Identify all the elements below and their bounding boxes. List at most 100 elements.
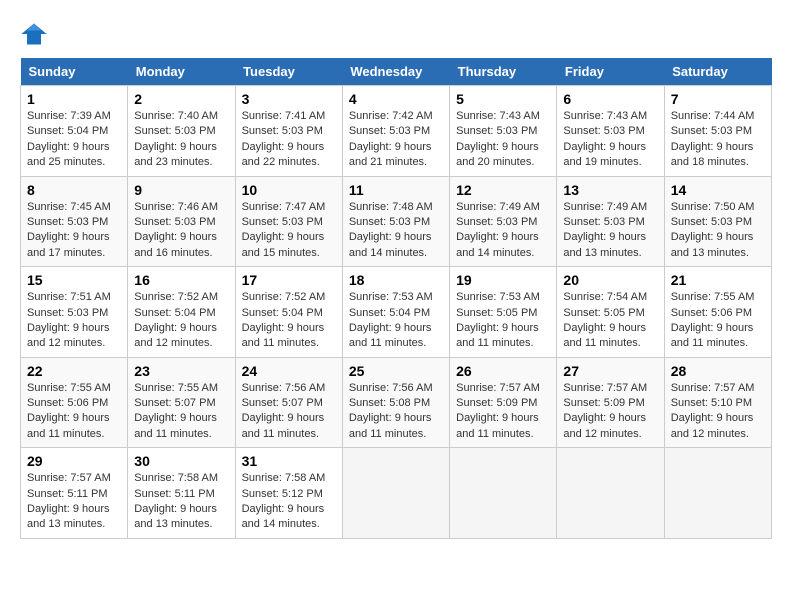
day-info: Sunrise: 7:55 AMSunset: 5:06 PMDaylight:…: [27, 381, 121, 443]
day-info: Sunrise: 7:48 AMSunset: 5:03 PMDaylight:…: [349, 200, 443, 262]
day-number: 12: [456, 182, 550, 198]
day-info: Sunrise: 7:47 AMSunset: 5:03 PMDaylight:…: [242, 200, 336, 262]
day-info: Sunrise: 7:57 AMSunset: 5:09 PMDaylight:…: [456, 381, 550, 443]
calendar-cell: 17 Sunrise: 7:52 AMSunset: 5:04 PMDayligh…: [235, 267, 342, 358]
day-info: Sunrise: 7:57 AMSunset: 5:10 PMDaylight:…: [671, 381, 765, 443]
calendar-cell: 15 Sunrise: 7:51 AMSunset: 5:03 PMDayligh…: [21, 267, 128, 358]
day-info: Sunrise: 7:49 AMSunset: 5:03 PMDaylight:…: [563, 200, 657, 262]
day-number: 2: [134, 91, 228, 107]
day-number: 14: [671, 182, 765, 198]
calendar-cell: [342, 448, 449, 539]
day-header-sunday: Sunday: [21, 58, 128, 86]
day-info: Sunrise: 7:52 AMSunset: 5:04 PMDaylight:…: [242, 290, 336, 352]
calendar-cell: 5Sunrise: 7:43 AMSunset: 5:03 PMDaylight…: [450, 86, 557, 177]
day-info: Sunrise: 7:56 AMSunset: 5:07 PMDaylight:…: [242, 381, 336, 443]
calendar-cell: 1Sunrise: 7:39 AMSunset: 5:04 PMDaylight…: [21, 86, 128, 177]
calendar-cell: 20Sunrise: 7:54 AMSunset: 5:05 PMDayligh…: [557, 267, 664, 358]
logo: [20, 20, 52, 48]
day-number: 22: [27, 363, 121, 379]
day-number: 25: [349, 363, 443, 379]
day-info: Sunrise: 7:50 AMSunset: 5:03 PMDaylight:…: [671, 200, 765, 262]
day-number: 15: [27, 272, 121, 288]
calendar-cell: 14 Sunrise: 7:50 AMSunset: 5:03 PMDayligh…: [664, 176, 771, 267]
calendar-cell: 23 Sunrise: 7:55 AMSunset: 5:07 PMDayligh…: [128, 357, 235, 448]
calendar-cell: 22 Sunrise: 7:55 AMSunset: 5:06 PMDayligh…: [21, 357, 128, 448]
calendar-cell: 28 Sunrise: 7:57 AMSunset: 5:10 PMDayligh…: [664, 357, 771, 448]
calendar-cell: [664, 448, 771, 539]
day-header-friday: Friday: [557, 58, 664, 86]
day-number: 8: [27, 182, 121, 198]
day-number: 7: [671, 91, 765, 107]
day-number: 4: [349, 91, 443, 107]
day-number: 20: [563, 272, 657, 288]
calendar-cell: 18 Sunrise: 7:53 AMSunset: 5:04 PMDayligh…: [342, 267, 449, 358]
calendar-cell: 16 Sunrise: 7:52 AMSunset: 5:04 PMDayligh…: [128, 267, 235, 358]
day-header-tuesday: Tuesday: [235, 58, 342, 86]
calendar-cell: 29 Sunrise: 7:57 AMSunset: 5:11 PMDayligh…: [21, 448, 128, 539]
day-number: 16: [134, 272, 228, 288]
day-info: Sunrise: 7:55 AMSunset: 5:06 PMDaylight:…: [671, 290, 765, 352]
day-info: Sunrise: 7:45 AMSunset: 5:03 PMDaylight:…: [27, 200, 121, 262]
calendar-cell: [557, 448, 664, 539]
day-info: Sunrise: 7:55 AMSunset: 5:07 PMDaylight:…: [134, 381, 228, 443]
day-number: 28: [671, 363, 765, 379]
calendar-header: [20, 20, 772, 48]
day-number: 26: [456, 363, 550, 379]
calendar-cell: 30 Sunrise: 7:58 AMSunset: 5:11 PMDayligh…: [128, 448, 235, 539]
calendar-cell: 24 Sunrise: 7:56 AMSunset: 5:07 PMDayligh…: [235, 357, 342, 448]
calendar-table: SundayMondayTuesdayWednesdayThursdayFrid…: [20, 58, 772, 539]
calendar-cell: 12 Sunrise: 7:49 AMSunset: 5:03 PMDayligh…: [450, 176, 557, 267]
day-number: 10: [242, 182, 336, 198]
day-number: 21: [671, 272, 765, 288]
day-number: 6: [563, 91, 657, 107]
day-info: Sunrise: 7:49 AMSunset: 5:03 PMDaylight:…: [456, 200, 550, 262]
day-number: 9: [134, 182, 228, 198]
day-number: 23: [134, 363, 228, 379]
day-info: Sunrise: 7:44 AMSunset: 5:03 PMDaylight:…: [671, 109, 765, 171]
calendar-cell: 6 Sunrise: 7:43 AMSunset: 5:03 PMDaylight…: [557, 86, 664, 177]
day-number: 5: [456, 91, 550, 107]
day-number: 13: [563, 182, 657, 198]
calendar-cell: 4 Sunrise: 7:42 AMSunset: 5:03 PMDaylight…: [342, 86, 449, 177]
day-info: Sunrise: 7:43 AMSunset: 5:03 PMDaylight:…: [563, 109, 657, 171]
calendar-week-1: 1Sunrise: 7:39 AMSunset: 5:04 PMDaylight…: [21, 86, 772, 177]
day-number: 11: [349, 182, 443, 198]
day-number: 24: [242, 363, 336, 379]
day-info: Sunrise: 7:46 AMSunset: 5:03 PMDaylight:…: [134, 200, 228, 262]
day-header-thursday: Thursday: [450, 58, 557, 86]
day-number: 30: [134, 453, 228, 469]
calendar-cell: 26 Sunrise: 7:57 AMSunset: 5:09 PMDayligh…: [450, 357, 557, 448]
day-info: Sunrise: 7:53 AMSunset: 5:04 PMDaylight:…: [349, 290, 443, 352]
day-info: Sunrise: 7:57 AMSunset: 5:11 PMDaylight:…: [27, 471, 121, 533]
calendar-cell: 10 Sunrise: 7:47 AMSunset: 5:03 PMDayligh…: [235, 176, 342, 267]
calendar-cell: 21 Sunrise: 7:55 AMSunset: 5:06 PMDayligh…: [664, 267, 771, 358]
calendar-cell: 25 Sunrise: 7:56 AMSunset: 5:08 PMDayligh…: [342, 357, 449, 448]
day-info: Sunrise: 7:58 AMSunset: 5:11 PMDaylight:…: [134, 471, 228, 533]
day-header-wednesday: Wednesday: [342, 58, 449, 86]
calendar-cell: 19Sunrise: 7:53 AMSunset: 5:05 PMDayligh…: [450, 267, 557, 358]
day-number: 27: [563, 363, 657, 379]
day-info: Sunrise: 7:40 AMSunset: 5:03 PMDaylight:…: [134, 109, 228, 171]
day-info: Sunrise: 7:42 AMSunset: 5:03 PMDaylight:…: [349, 109, 443, 171]
calendar-cell: [450, 448, 557, 539]
day-info: Sunrise: 7:39 AMSunset: 5:04 PMDaylight:…: [27, 109, 121, 171]
calendar-cell: 8 Sunrise: 7:45 AMSunset: 5:03 PMDaylight…: [21, 176, 128, 267]
day-info: Sunrise: 7:56 AMSunset: 5:08 PMDaylight:…: [349, 381, 443, 443]
day-number: 31: [242, 453, 336, 469]
day-number: 18: [349, 272, 443, 288]
day-info: Sunrise: 7:51 AMSunset: 5:03 PMDaylight:…: [27, 290, 121, 352]
day-header-saturday: Saturday: [664, 58, 771, 86]
day-number: 3: [242, 91, 336, 107]
calendar-header-row: SundayMondayTuesdayWednesdayThursdayFrid…: [21, 58, 772, 86]
day-number: 29: [27, 453, 121, 469]
calendar-week-2: 8 Sunrise: 7:45 AMSunset: 5:03 PMDaylight…: [21, 176, 772, 267]
day-info: Sunrise: 7:52 AMSunset: 5:04 PMDaylight:…: [134, 290, 228, 352]
calendar-week-4: 22 Sunrise: 7:55 AMSunset: 5:06 PMDayligh…: [21, 357, 772, 448]
logo-icon: [20, 20, 48, 48]
calendar-cell: 11 Sunrise: 7:48 AMSunset: 5:03 PMDayligh…: [342, 176, 449, 267]
calendar-cell: 9 Sunrise: 7:46 AMSunset: 5:03 PMDaylight…: [128, 176, 235, 267]
day-number: 17: [242, 272, 336, 288]
calendar-week-5: 29 Sunrise: 7:57 AMSunset: 5:11 PMDayligh…: [21, 448, 772, 539]
day-info: Sunrise: 7:57 AMSunset: 5:09 PMDaylight:…: [563, 381, 657, 443]
day-number: 19: [456, 272, 550, 288]
